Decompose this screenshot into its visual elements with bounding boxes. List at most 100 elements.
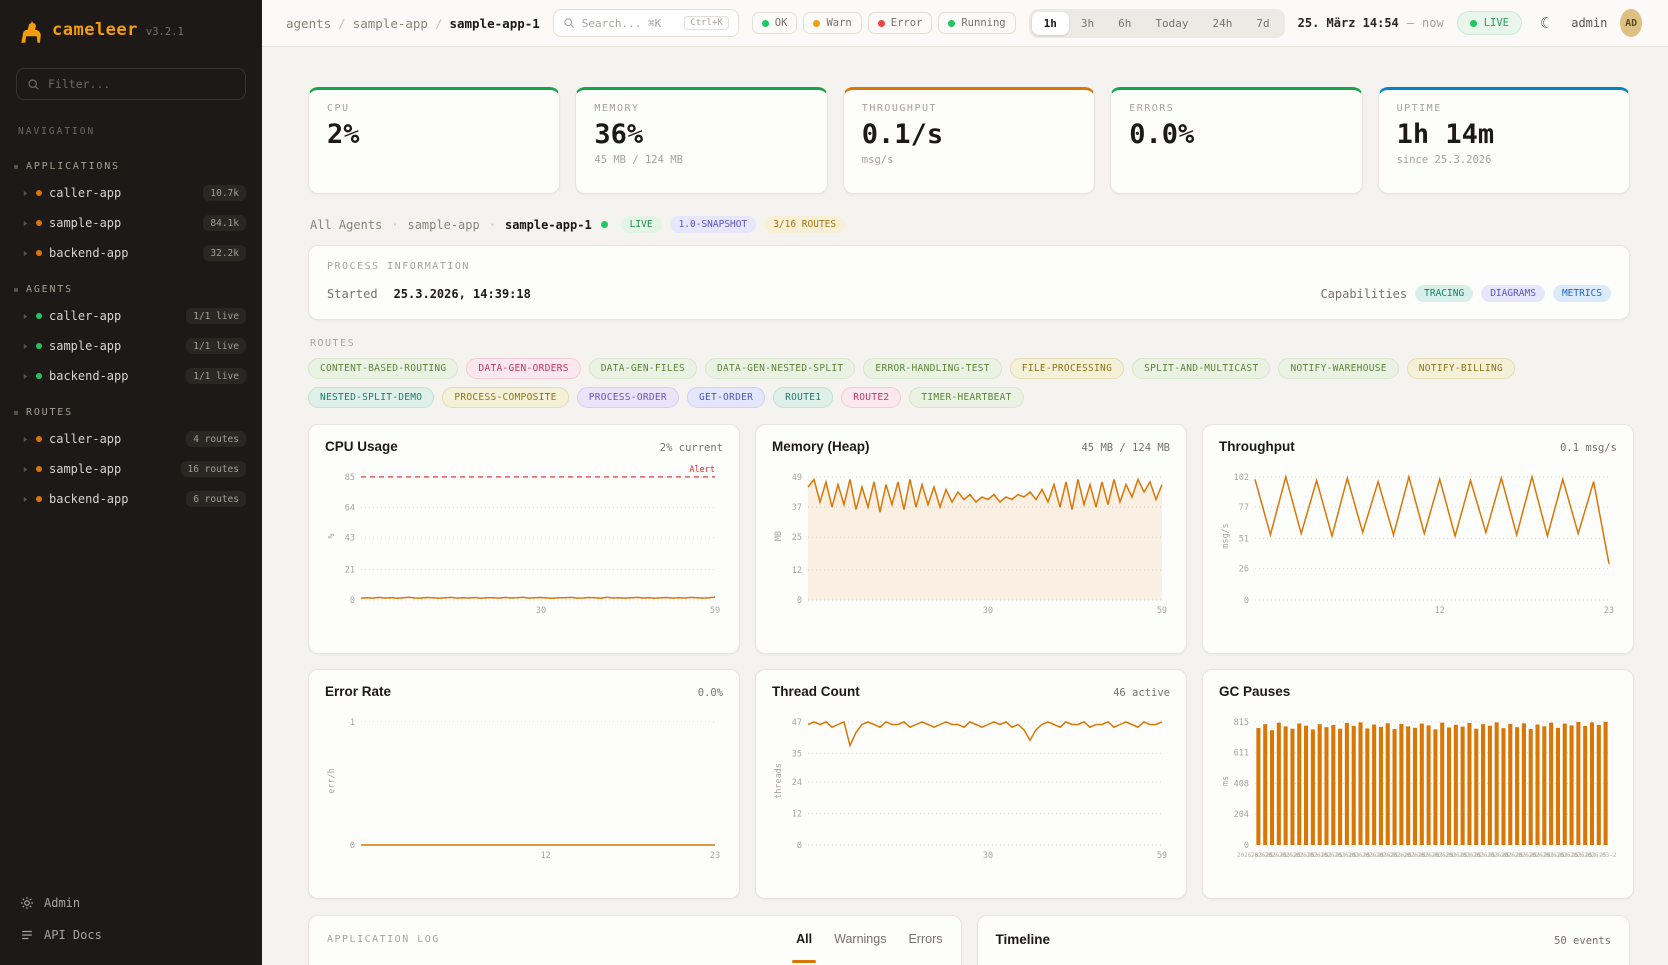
legend-warn[interactable]: Warn <box>803 12 861 34</box>
avatar[interactable]: AD <box>1620 9 1642 37</box>
breadcrumb-sample-app[interactable]: sample-app <box>353 16 428 31</box>
range-today[interactable]: Today <box>1143 12 1200 35</box>
agentbar-all-agents[interactable]: All Agents <box>310 218 382 232</box>
route-chip-data-gen-nested-split[interactable]: DATA-GEN-NESTED-SPLIT <box>705 358 855 379</box>
route-chip-nested-split-demo[interactable]: NESTED-SPLIT-DEMO <box>308 387 434 408</box>
route-chip-notify-warehouse[interactable]: NOTIFY-WAREHOUSE <box>1278 358 1398 379</box>
svg-text:26: 26 <box>1239 565 1249 575</box>
route-chip-timer-heartbeat[interactable]: TIMER-HEARTBEAT <box>909 387 1023 408</box>
route-chip-file-processing[interactable]: FILE-PROCESSING <box>1010 358 1124 379</box>
live-toggle[interactable]: LIVE <box>1457 11 1522 35</box>
sidebar-filter[interactable] <box>16 68 246 100</box>
route-chip-route1[interactable]: ROUTE1 <box>773 387 833 408</box>
chart-card-error-rate: Error Rate0.0% 01err/h1223 <box>308 669 740 899</box>
timeline-head: Timeline 50 events <box>996 932 1612 947</box>
search-input[interactable] <box>582 17 677 30</box>
stat-sub: since 25.3.2026 <box>1397 154 1611 166</box>
agent-badges: LIVE1.0-SNAPSHOT3/16 ROUTES <box>621 216 845 233</box>
theme-toggle[interactable]: ☾ <box>1535 8 1558 38</box>
sidebar-item-routes-sample-app[interactable]: sample-app16 routes <box>0 454 262 484</box>
chart-title: Throughput <box>1219 439 1295 454</box>
sidebar-nav: APPLICATIONScaller-app10.7ksample-app84.… <box>0 145 262 514</box>
app-logo: cameleer v3.2.1 <box>0 0 262 58</box>
item-count-badge: 6 routes <box>186 491 246 507</box>
status-legend: OKWarn ErrorRunning <box>752 12 1016 34</box>
range-3h[interactable]: 3h <box>1069 12 1106 35</box>
tab-all[interactable]: All <box>796 932 812 946</box>
application-log-tabs: All Warnings Errors <box>796 932 942 946</box>
svg-text:47: 47 <box>792 718 802 728</box>
live-dot-icon <box>1470 20 1477 27</box>
global-search[interactable]: Ctrl+K <box>553 9 739 37</box>
svg-text:0: 0 <box>350 596 355 606</box>
tab-warnings[interactable]: Warnings <box>834 932 886 946</box>
agent-badge-live: LIVE <box>621 216 662 233</box>
route-chip-get-order[interactable]: GET-ORDER <box>687 387 765 408</box>
chevron-right-icon <box>22 190 29 197</box>
sidebar-item-agents-caller-app[interactable]: caller-app1/1 live <box>0 301 262 331</box>
sidebar-item-routes-backend-app[interactable]: backend-app 6 routes <box>0 484 262 514</box>
route-chip-process-composite[interactable]: PROCESS-COMPOSITE <box>442 387 568 408</box>
section-label: AGENTS <box>26 284 73 295</box>
agentbar-app[interactable]: sample-app <box>407 218 479 232</box>
chart-plot-cpu-usage: 021436485%3059Alert <box>325 464 723 620</box>
route-chip-notify-billing[interactable]: NOTIFY-BILLING <box>1407 358 1515 379</box>
route-chip-data-gen-orders[interactable]: DATA-GEN-ORDERS <box>466 358 580 379</box>
sidebar-admin[interactable]: Admin <box>0 887 262 919</box>
svg-text:25: 25 <box>792 533 802 543</box>
search-icon <box>27 78 40 91</box>
search-icon <box>563 17 575 29</box>
svg-text:30: 30 <box>983 606 993 616</box>
timeline-event-count: 50 events <box>1554 935 1611 947</box>
chart-head: Error Rate0.0% <box>325 684 723 699</box>
chart-head: GC Pauses <box>1219 684 1617 699</box>
sidebar-item-label: backend-app <box>49 492 128 506</box>
sidebar-section-header-applications[interactable]: APPLICATIONS <box>0 145 262 178</box>
sidebar-item-applications-backend-app[interactable]: backend-app32.2k <box>0 238 262 268</box>
route-chip-data-gen-files[interactable]: DATA-GEN-FILES <box>589 358 697 379</box>
route-chip-split-and-multicast[interactable]: SPLIT-AND-MULTICAST <box>1132 358 1270 379</box>
range-1h[interactable]: 1h <box>1032 12 1069 35</box>
range-24h[interactable]: 24h <box>1201 12 1245 35</box>
stat-sub: msg/s <box>862 154 1076 166</box>
route-chips: CONTENT-BASED-ROUTING DATA-GEN-ORDERS DATA… <box>308 358 1630 408</box>
sidebar-item-routes-caller-app[interactable]: caller-app4 routes <box>0 424 262 454</box>
svg-text:threads: threads <box>774 763 784 799</box>
sidebar-item-agents-sample-app[interactable]: sample-app1/1 live <box>0 331 262 361</box>
svg-text:30: 30 <box>536 606 546 616</box>
filter-input[interactable] <box>48 77 235 91</box>
breadcrumb-agents[interactable]: agents <box>286 16 331 31</box>
chart-card-gc-pauses: GC Pauses0204408611815ms2026-03-252026-0… <box>1202 669 1634 899</box>
sidebar-item-applications-caller-app[interactable]: caller-app10.7k <box>0 178 262 208</box>
stat-card-uptime: UPTIME1h 14msince 25.3.2026 <box>1378 87 1630 194</box>
live-label: LIVE <box>1484 17 1509 29</box>
item-count-badge: 1/1 live <box>186 368 246 384</box>
agentbar-separator: · <box>391 218 398 232</box>
sidebar-item-label: caller-app <box>49 309 121 323</box>
legend-error[interactable]: Error <box>868 12 933 34</box>
range-7d[interactable]: 7d <box>1244 12 1281 35</box>
svg-text:23: 23 <box>1604 606 1614 616</box>
application-log-title: APPLICATION LOG <box>327 934 440 945</box>
sidebar-item-applications-sample-app[interactable]: sample-app84.1k <box>0 208 262 238</box>
range-6h[interactable]: 6h <box>1106 12 1143 35</box>
tab-errors[interactable]: Errors <box>908 932 942 946</box>
sidebar-api-docs[interactable]: API Docs <box>0 919 262 951</box>
legend-ok[interactable]: OK <box>752 12 798 34</box>
route-chip-error-handling-test[interactable]: ERROR-HANDLING-TEST <box>863 358 1001 379</box>
sidebar-section-header-routes[interactable]: ROUTES <box>0 391 262 424</box>
route-chip-process-order[interactable]: PROCESS-ORDER <box>577 387 679 408</box>
legend-running[interactable]: Running <box>938 12 1015 34</box>
stat-card-errors: ERRORS0.0% <box>1110 87 1362 194</box>
sidebar-section-header-agents[interactable]: AGENTS <box>0 268 262 301</box>
sidebar: cameleer v3.2.1 NAVIGATION APPLICATIONSc… <box>0 0 262 965</box>
main-area: agents/sample-app/sample-app-1 Ctrl+K OK… <box>262 0 1668 965</box>
chart-card-memory-heap: Memory (Heap)45 MB / 124 MB012253749MB30… <box>755 424 1187 654</box>
chart-plot-error-rate: 01err/h1223 <box>325 709 723 865</box>
started-label: Started <box>327 287 378 301</box>
chart-current-value: 0.1 msg/s <box>1560 442 1617 454</box>
route-chip-content-based-routing[interactable]: CONTENT-BASED-ROUTING <box>308 358 458 379</box>
route-chip-route2[interactable]: ROUTE2 <box>841 387 901 408</box>
breadcrumb-sample-app-1: sample-app-1 <box>449 16 539 31</box>
sidebar-item-agents-backend-app[interactable]: backend-app1/1 live <box>0 361 262 391</box>
